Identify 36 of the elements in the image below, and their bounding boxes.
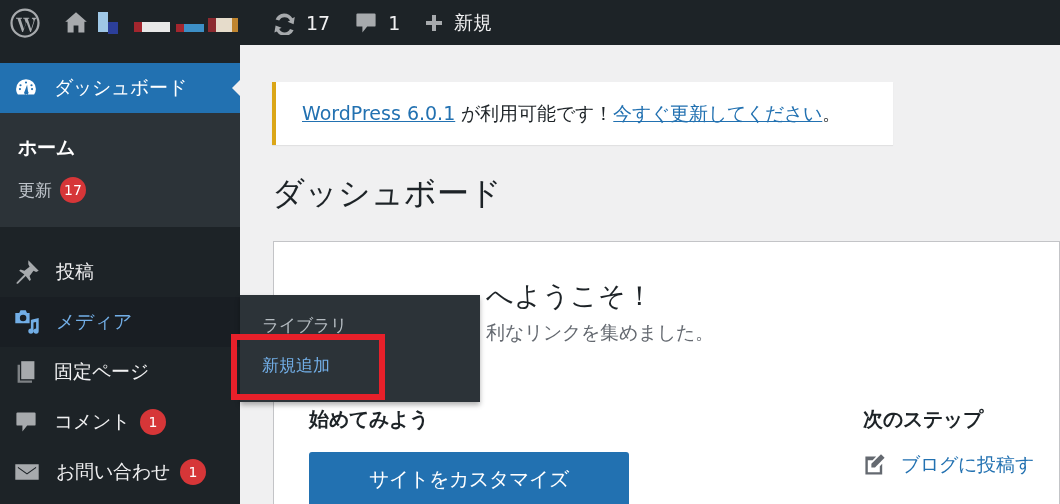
count-badge: 17 xyxy=(60,177,86,203)
welcome-subtitle: 利なリンクを集めました。 xyxy=(486,320,715,345)
column-heading: 次のステップ xyxy=(863,406,985,432)
wordpress-logo-icon[interactable] xyxy=(10,7,40,38)
pushpin-icon xyxy=(14,259,40,285)
count-badge: 1 xyxy=(140,409,166,435)
sidebar-menu-item[interactable]: メディア xyxy=(0,297,240,347)
pencil-note-icon xyxy=(863,453,887,477)
column-heading: 始めてみよう xyxy=(309,406,430,432)
submenu-link[interactable]: ホーム xyxy=(18,135,75,161)
sidebar-menu-item[interactable]: 投稿 xyxy=(0,247,240,297)
sidebar-menu-item[interactable]: コメント 1 xyxy=(0,397,240,447)
count-badge: 1 xyxy=(180,459,206,485)
refresh-icon[interactable] xyxy=(272,10,296,35)
comment-count[interactable]: 1 xyxy=(388,11,401,34)
plus-icon[interactable] xyxy=(424,12,445,33)
pixelated-site-name-drawing[interactable] xyxy=(98,11,238,34)
page-title: ダッシュボード xyxy=(272,175,503,211)
update-now-link[interactable]: 今すぐ更新してください xyxy=(613,101,823,124)
sidebar-menu-item[interactable]: 固定ページ xyxy=(0,347,240,397)
notice-message: WordPress 6.0.1 が利用可能です！今すぐ更新してください。 xyxy=(302,100,842,126)
customize-site-button[interactable]: サイトをカスタマイズ xyxy=(309,452,629,504)
welcome-title: へようこそ！ xyxy=(486,279,654,313)
version-link[interactable]: WordPress 6.0.1 xyxy=(302,101,456,124)
speech-bubble-icon[interactable] xyxy=(354,10,379,35)
sidebar-menu-item[interactable]: ダッシュボード xyxy=(0,63,240,113)
speech-bubble-icon xyxy=(14,410,38,434)
submenu-link[interactable]: 更新 xyxy=(18,178,52,202)
new-content-link[interactable]: 新規 xyxy=(454,9,493,36)
update-count[interactable]: 17 xyxy=(306,11,331,34)
flyout-link[interactable]: 新規追加 xyxy=(262,355,330,375)
write-post-link[interactable]: ブログに投稿す xyxy=(901,452,1034,478)
camera-music-icon xyxy=(14,309,40,335)
home-icon[interactable] xyxy=(64,10,88,35)
sidebar-menu-item[interactable]: お問い合わせ 1 xyxy=(0,447,240,497)
flyout-link[interactable]: ライブラリ xyxy=(262,315,347,335)
